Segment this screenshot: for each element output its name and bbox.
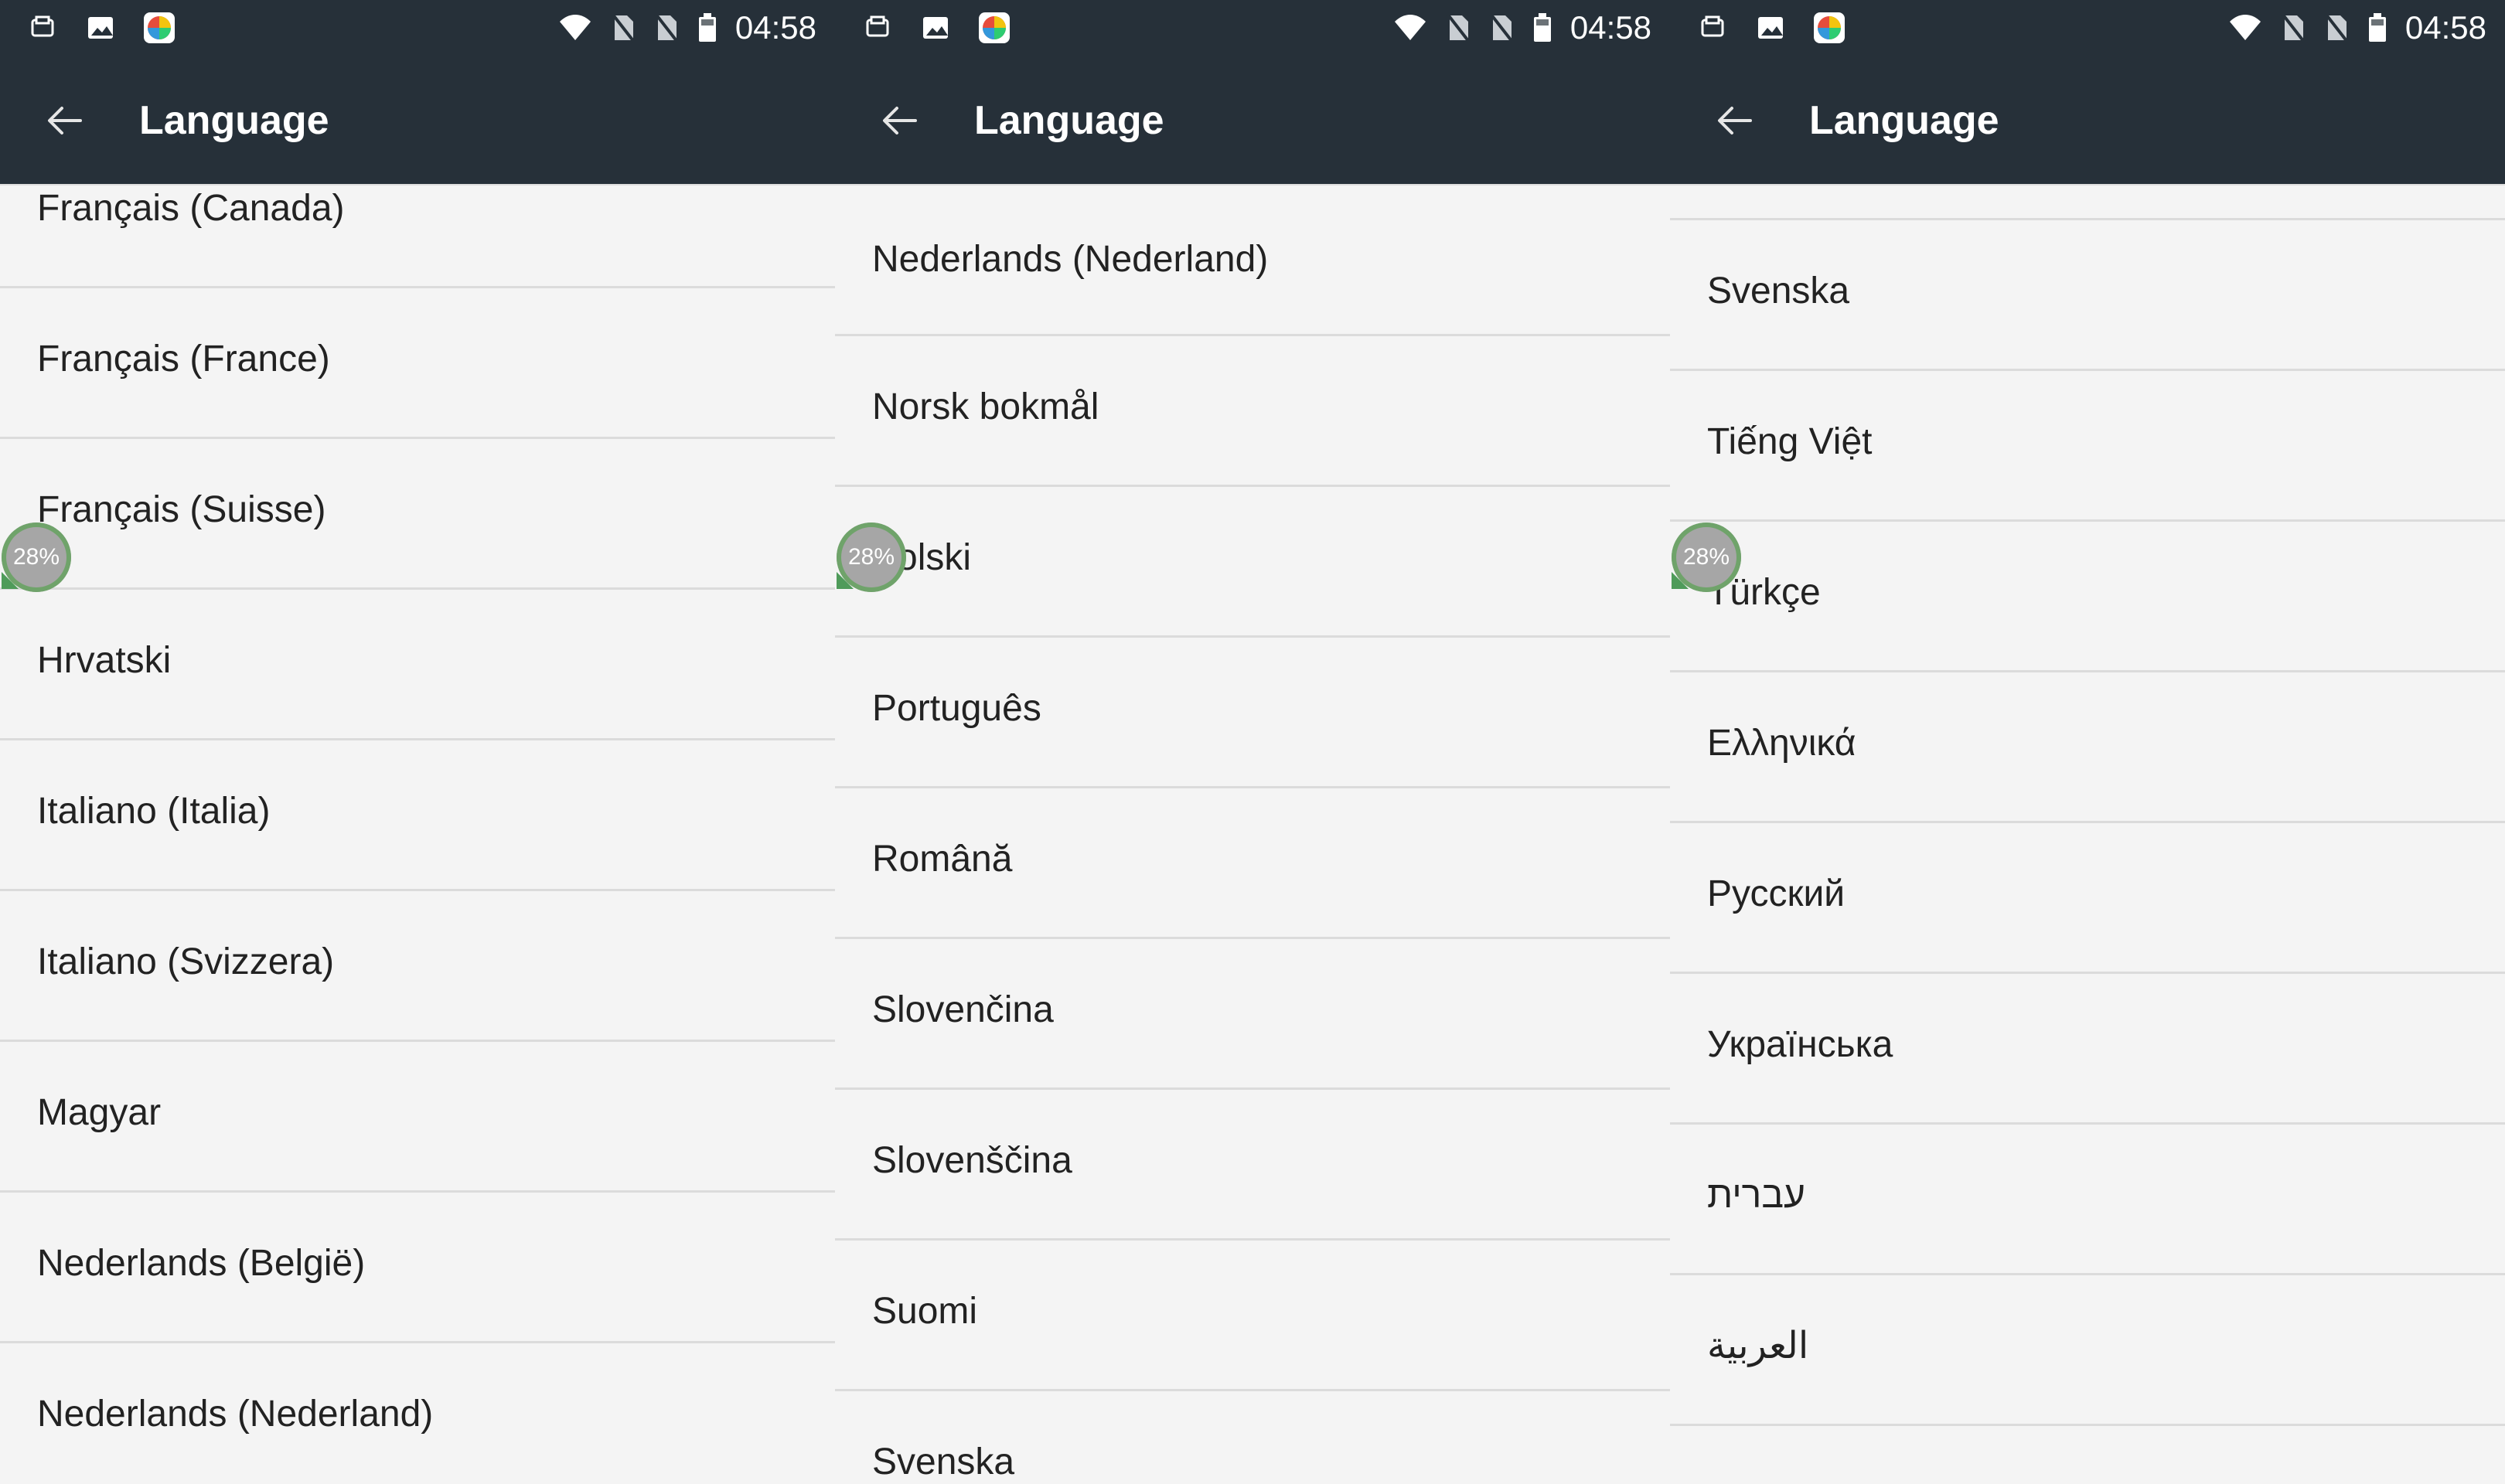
progress-badge[interactable]: 28% — [2, 522, 71, 592]
language-label: Magyar — [37, 1092, 162, 1133]
back-button[interactable] — [1707, 96, 1763, 145]
language-label: العربية — [1707, 1326, 1809, 1367]
status-bar: 04:58 — [835, 0, 1670, 56]
language-label: Українська — [1707, 1024, 1893, 1065]
sim-off-icon — [1445, 12, 1471, 43]
language-item[interactable] — [1670, 186, 2505, 216]
status-bar: 04:58 — [1670, 0, 2505, 56]
back-arrow-icon — [883, 107, 917, 134]
language-item[interactable]: Français (France) — [0, 288, 835, 438]
progress-badge[interactable]: 28% — [1672, 522, 1741, 592]
notification-icon — [28, 12, 59, 43]
language-item[interactable]: עברית — [1670, 1125, 2505, 1275]
wifi-icon — [2227, 12, 2263, 43]
language-label: Português — [872, 688, 1041, 729]
page-title: Language — [1809, 98, 1999, 143]
language-item[interactable]: Italiano (Italia) — [0, 740, 835, 890]
page-title: Language — [974, 98, 1164, 143]
language-item[interactable]: Slovenščina — [835, 1090, 1670, 1240]
language-label: Русский — [1707, 873, 1846, 914]
browser-icon — [142, 11, 176, 45]
language-label: Français (Suisse) — [37, 489, 326, 530]
language-label: Hrvatski — [37, 640, 172, 681]
gallery-icon — [85, 12, 116, 43]
language-item[interactable]: Italiano (Svizzera) — [0, 891, 835, 1041]
back-arrow-icon — [48, 107, 82, 134]
language-item[interactable]: Ελληνικά — [1670, 672, 2505, 822]
status-time: 04:58 — [734, 9, 816, 46]
gallery-icon — [920, 12, 951, 43]
back-arrow-icon — [1718, 107, 1752, 134]
language-item[interactable]: Українська — [1670, 974, 2505, 1124]
notification-icon — [1698, 12, 1729, 43]
language-item[interactable]: Português — [835, 638, 1670, 788]
language-label: Nederlands (Nederland) — [37, 1394, 434, 1435]
battery-icon — [1532, 12, 1553, 43]
gallery-icon — [1755, 12, 1786, 43]
status-time: 04:58 — [2404, 9, 2486, 46]
status-time: 04:58 — [1569, 9, 1651, 46]
language-item[interactable]: العربية — [1670, 1275, 2505, 1425]
language-item[interactable]: Svenska — [835, 1391, 1670, 1484]
language-label: Ελληνικά — [1707, 723, 1856, 764]
language-label: Svenska — [872, 1441, 1015, 1482]
screen-2: 04:58 Language Nederlands (Nederland) No… — [835, 0, 1670, 1484]
language-label: Français (France) — [37, 339, 330, 380]
language-label: Tiếng Việt — [1707, 421, 1873, 462]
back-button[interactable] — [37, 96, 93, 145]
battery-icon — [2367, 12, 2388, 43]
wifi-icon — [557, 12, 593, 43]
language-item[interactable]: Русский — [1670, 823, 2505, 973]
language-item[interactable]: Nederlands (België) — [0, 1193, 835, 1343]
language-item[interactable]: Suomi — [835, 1241, 1670, 1390]
sim-off-icon — [1488, 12, 1515, 43]
language-item[interactable]: Svenska — [1670, 220, 2505, 370]
status-bar: 04:58 — [0, 0, 835, 56]
browser-icon — [977, 11, 1011, 45]
language-label: Suomi — [872, 1291, 978, 1332]
language-item[interactable]: Nederlands (Nederland) — [0, 1343, 835, 1484]
language-item[interactable]: Magyar — [0, 1042, 835, 1192]
sim-off-icon — [610, 12, 636, 43]
language-item[interactable]: Nederlands (Nederland) — [835, 186, 1670, 335]
app-bar: Language — [1670, 56, 2505, 186]
language-item[interactable]: Tiếng Việt — [1670, 371, 2505, 521]
language-label: Norsk bokmål — [872, 386, 1099, 427]
app-bar: Language — [0, 56, 835, 186]
language-label: Italiano (Svizzera) — [37, 941, 335, 982]
screen-1: 04:58 Language Français (Canada) Françai… — [0, 0, 835, 1484]
screen-3: 04:58 Language Svenska Tiếng Việt Türkçe… — [1670, 0, 2505, 1484]
page-title: Language — [139, 98, 329, 143]
language-label: Italiano (Italia) — [37, 791, 271, 832]
language-item[interactable]: Norsk bokmål — [835, 336, 1670, 486]
language-label: Slovenčina — [872, 989, 1054, 1030]
wifi-icon — [1392, 12, 1428, 43]
sim-off-icon — [653, 12, 680, 43]
language-item[interactable]: Slovenčina — [835, 939, 1670, 1089]
language-item[interactable]: Türkçe — [1670, 522, 2505, 672]
back-button[interactable] — [872, 96, 928, 145]
language-label: Română — [872, 839, 1013, 880]
language-label: Svenska — [1707, 271, 1850, 311]
language-item[interactable]: Hrvatski — [0, 590, 835, 740]
language-item[interactable]: Română — [835, 788, 1670, 938]
language-label: Nederlands (Nederland) — [872, 239, 1269, 280]
notification-icon — [863, 12, 894, 43]
app-bar: Language — [835, 56, 1670, 186]
divider — [1670, 1424, 2505, 1426]
battery-icon — [697, 12, 718, 43]
browser-icon — [1812, 11, 1846, 45]
screenshot-row: 04:58 Language Français (Canada) Françai… — [0, 0, 2505, 1484]
language-label: Français (Canada) — [37, 188, 345, 229]
progress-badge[interactable]: 28% — [837, 522, 906, 592]
language-label: Slovenščina — [872, 1140, 1072, 1181]
sim-off-icon — [2323, 12, 2350, 43]
language-label: Nederlands (België) — [37, 1243, 366, 1284]
language-item[interactable]: Français (Suisse) — [0, 439, 835, 589]
language-label: עברית — [1707, 1175, 1805, 1216]
language-item[interactable]: Polski — [835, 487, 1670, 637]
sim-off-icon — [2280, 12, 2306, 43]
